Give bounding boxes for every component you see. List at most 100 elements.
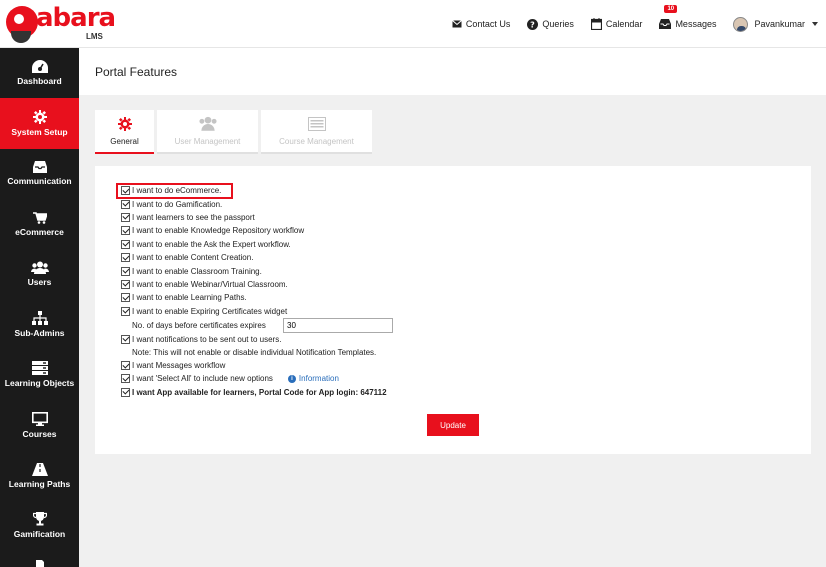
checkbox[interactable] (121, 186, 130, 196)
sidebar-item-label: Dashboard (17, 76, 62, 87)
checkbox[interactable] (121, 212, 130, 222)
option-messages-workflow[interactable]: I want Messages workflow (121, 359, 387, 372)
option-content-creation[interactable]: I want to enable Content Creation. (121, 251, 387, 264)
option-ask-expert[interactable]: I want to enable the Ask the Expert work… (121, 238, 387, 251)
logo[interactable]: abara LMS (6, 3, 116, 45)
sidebar-item-label: Sub-Admins (14, 328, 65, 339)
document-icon (35, 559, 44, 567)
sidebar-item-learning-objects[interactable]: Learning Objects (0, 350, 79, 400)
gear-icon (117, 117, 132, 131)
cert-days-input[interactable] (283, 317, 393, 333)
update-button[interactable]: Update (427, 414, 479, 436)
option-gamification[interactable]: I want to do Gamification. (121, 197, 387, 210)
road-icon (31, 462, 48, 476)
queries-link[interactable]: ? Queries (527, 18, 574, 30)
user-menu[interactable]: Pavankumar (733, 16, 818, 32)
dashboard-icon (31, 60, 48, 74)
checkbox[interactable] (121, 374, 130, 384)
checkbox[interactable] (121, 306, 130, 316)
option-notifications[interactable]: I want notifications to be sent out to u… (121, 333, 387, 346)
messages-count-badge: 10 (664, 5, 678, 13)
option-expiring-certificates[interactable]: I want to enable Expiring Certificates w… (121, 305, 387, 318)
checkbox[interactable] (121, 253, 130, 263)
option-label: I want 'Select All' to include new optio… (132, 374, 273, 384)
checkbox[interactable] (121, 293, 130, 303)
option-label: I want to enable the Ask the Expert work… (132, 239, 291, 249)
option-label: I want to enable Content Creation. (132, 253, 254, 263)
sidebar-item-system-setup[interactable]: System Setup (0, 98, 79, 149)
sidebar-item-courses[interactable]: Courses (0, 400, 79, 450)
option-label: I want App available for learners, Porta… (132, 387, 387, 397)
option-label: I want to do Gamification. (132, 199, 223, 209)
option-ecommerce[interactable]: I want to do eCommerce. (121, 184, 387, 197)
tab-user-management[interactable]: User Management (157, 110, 258, 154)
checkbox[interactable] (121, 266, 130, 276)
calendar-icon (590, 18, 602, 30)
sidebar-item-learning-paths[interactable]: Learning Paths (0, 450, 79, 500)
option-label: I want learners to see the passport (132, 212, 255, 222)
sidebar-item-label: Learning Paths (8, 478, 71, 489)
checkbox[interactable] (121, 387, 130, 397)
checkbox[interactable] (121, 361, 130, 371)
option-classroom-training[interactable]: I want to enable Classroom Training. (121, 264, 387, 277)
option-select-all[interactable]: I want 'Select All' to include new optio… (121, 372, 387, 385)
information-link[interactable]: i Information (287, 374, 339, 384)
contact-us-label: Contact Us (465, 19, 511, 29)
tab-course-management[interactable]: Course Management (261, 110, 372, 154)
option-passport[interactable]: I want learners to see the passport (121, 211, 387, 224)
inbox-icon (659, 19, 672, 29)
trophy-icon (32, 512, 47, 526)
checkbox[interactable] (121, 334, 130, 344)
option-label: I want to enable Classroom Training. (132, 266, 262, 276)
monitor-icon (31, 411, 48, 426)
checkbox[interactable] (121, 226, 130, 236)
sidebar-item-dashboard[interactable]: Dashboard (0, 48, 79, 98)
option-label: I want to enable Webinar/Virtual Classro… (132, 279, 288, 289)
information-label: Information (298, 374, 339, 384)
info-icon: i (287, 374, 296, 383)
sidebar-item-ecommerce[interactable]: eCommerce (0, 199, 79, 249)
checkbox[interactable] (121, 199, 130, 209)
sidebar-item-users[interactable]: Users (0, 249, 79, 299)
contact-us-link[interactable]: Contact Us (452, 19, 511, 29)
question-icon: ? (527, 18, 539, 30)
stack-icon (31, 361, 48, 376)
sidebar-item-label: Communication (7, 176, 72, 187)
gear-icon (32, 109, 47, 124)
logo-sub: LMS (86, 32, 103, 41)
sidebar-item-gamification[interactable]: Gamification (0, 501, 79, 551)
inbox-icon (32, 161, 47, 174)
option-knowledge-repository[interactable]: I want to enable Knowledge Repository wo… (121, 224, 387, 237)
checkbox[interactable] (121, 239, 130, 249)
sidebar-item-more[interactable] (0, 551, 79, 567)
tab-general-label: General (110, 137, 139, 146)
page-title: Portal Features (95, 65, 178, 79)
calendar-link[interactable]: Calendar (590, 18, 642, 30)
svg-text:?: ? (531, 20, 536, 29)
sidebar-item-label: Courses (22, 428, 57, 439)
cert-days-row: No. of days before certificates expires (121, 317, 393, 333)
queries-label: Queries (542, 19, 574, 29)
tab-bar: General User Management Course Managemen… (95, 110, 375, 154)
option-app[interactable]: I want App available for learners, Porta… (121, 386, 387, 399)
logo-text: abara (36, 3, 116, 33)
sidebar-item-label: Gamification (13, 529, 66, 540)
tab-general[interactable]: General (95, 110, 154, 154)
option-webinar[interactable]: I want to enable Webinar/Virtual Classro… (121, 278, 387, 291)
cert-days-label: No. of days before certificates expires (132, 320, 266, 330)
logo-mascot-icon (6, 6, 38, 43)
sidebar-item-communication[interactable]: Communication (0, 149, 79, 199)
notifications-note: Note: This will not enable or disable in… (132, 347, 377, 357)
page-header: Portal Features (79, 48, 826, 95)
envelope-icon (452, 20, 462, 28)
messages-link[interactable]: 10 Messages (659, 5, 716, 29)
option-learning-paths[interactable]: I want to enable Learning Paths. (121, 291, 387, 304)
feature-options: I want to do eCommerce. I want to do Gam… (121, 184, 393, 399)
checkbox[interactable] (121, 279, 130, 289)
tab-user-management-label: User Management (174, 137, 241, 146)
option-label: I want to do eCommerce. (132, 186, 222, 196)
user-name: Pavankumar (754, 19, 805, 29)
sidebar-item-sub-admins[interactable]: Sub-Admins (0, 299, 79, 349)
sidebar-item-label: System Setup (11, 126, 68, 137)
stack-icon (307, 117, 326, 131)
